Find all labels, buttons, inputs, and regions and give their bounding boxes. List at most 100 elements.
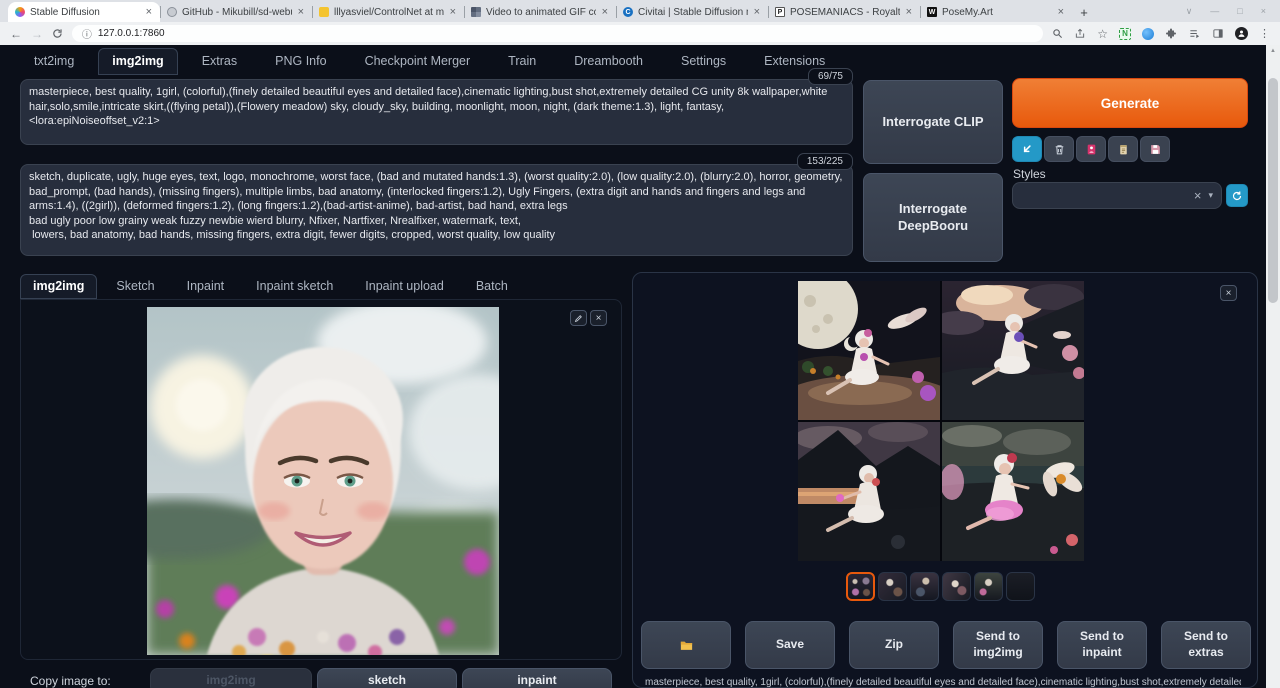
gallery-image-grid[interactable] [798, 281, 1084, 561]
tab-train[interactable]: Train [494, 48, 550, 75]
save-button[interactable]: Save [745, 621, 835, 669]
thumbnail-5[interactable] [974, 572, 1003, 601]
browser-tab-strip: Stable Diffusion × GitHub - Mikubill/sd-… [0, 0, 1280, 22]
zip-button[interactable]: Zip [849, 621, 939, 669]
tab-settings[interactable]: Settings [667, 48, 740, 75]
apply-style-button[interactable] [1108, 136, 1138, 162]
subtab-inpaint[interactable]: Inpaint [174, 274, 238, 299]
side-panel-icon[interactable] [1212, 28, 1224, 39]
subtab-img2img[interactable]: img2img [20, 274, 97, 299]
tab-extras[interactable]: Extras [188, 48, 251, 75]
negative-token-counter: 153/225 [797, 153, 853, 170]
maximize-icon[interactable]: □ [1237, 6, 1242, 16]
open-folder-button[interactable] [641, 621, 731, 669]
thumbnail-3[interactable] [910, 572, 939, 601]
tab-close-icon[interactable]: × [297, 7, 305, 18]
forward-icon[interactable]: → [31, 28, 43, 40]
tab-dreambooth[interactable]: Dreambooth [560, 48, 657, 75]
gallery-close-button[interactable]: × [1220, 285, 1237, 301]
interrogate-clip-button[interactable]: Interrogate CLIP [863, 80, 1003, 164]
tab-close-icon[interactable]: × [449, 7, 457, 18]
clear-prompt-button[interactable] [1044, 136, 1074, 162]
gallery-image-3[interactable] [798, 422, 940, 561]
source-image-panel[interactable]: × [20, 299, 622, 660]
browser-tab-posemaniacs[interactable]: P POSEMANIACS - Royalty free 3 × [768, 2, 920, 22]
back-icon[interactable]: ← [10, 28, 22, 40]
blue-extension-icon[interactable] [1142, 28, 1154, 40]
browser-menu-icon[interactable]: ⋮ [1259, 27, 1270, 40]
subtab-sketch[interactable]: Sketch [103, 274, 167, 299]
new-tab-button[interactable]: + [1072, 2, 1096, 22]
styles-dropdown[interactable]: × ▾ [1012, 182, 1222, 209]
address-bar[interactable]: ⓘ 127.0.0.1:7860 [72, 25, 1043, 42]
gallery-image-4[interactable] [942, 422, 1084, 561]
minimize-icon[interactable]: — [1210, 6, 1219, 16]
prompt-token-counter: 69/75 [808, 68, 853, 85]
subtab-batch[interactable]: Batch [463, 274, 521, 299]
prompt-input[interactable]: masterpiece, best quality, 1girl, (color… [20, 79, 853, 145]
notion-extension-icon[interactable]: N [1119, 28, 1131, 40]
extensions-puzzle-icon[interactable] [1165, 28, 1177, 40]
tab-close-icon[interactable]: × [1057, 7, 1065, 18]
tab-search-icon[interactable]: ∨ [1186, 6, 1193, 17]
share-icon[interactable] [1074, 28, 1086, 39]
send-to-inpaint-button[interactable]: Send to inpaint [1057, 621, 1147, 669]
bookmark-star-icon[interactable]: ☆ [1097, 27, 1108, 41]
site-info-icon[interactable]: ⓘ [82, 26, 92, 41]
subtab-inpaint-upload[interactable]: Inpaint upload [352, 274, 457, 299]
browser-tab-github[interactable]: GitHub - Mikubill/sd-webui-co × [160, 2, 312, 22]
tab-checkpoint-merger[interactable]: Checkpoint Merger [351, 48, 485, 75]
reload-icon[interactable] [52, 28, 63, 39]
thumbnail-2[interactable] [878, 572, 907, 601]
copy-to-sketch-button[interactable]: sketch [317, 668, 457, 688]
tab-close-icon[interactable]: × [753, 7, 761, 18]
scrollbar-up-icon[interactable]: ▲ [1266, 45, 1280, 57]
toolbar-icons: ☆ N ⋮ [1052, 27, 1270, 41]
tab-close-icon[interactable]: × [145, 7, 153, 18]
interrogate-deepbooru-button[interactable]: Interrogate DeepBooru [863, 173, 1003, 262]
browser-tab-stable-diffusion[interactable]: Stable Diffusion × [8, 2, 160, 22]
copy-to-inpaint-button[interactable]: inpaint [462, 668, 612, 688]
folder-icon [678, 638, 695, 653]
browser-tab-posemyart[interactable]: W PoseMy.Art × [920, 2, 1072, 22]
clear-styles-icon[interactable]: × [1194, 188, 1202, 203]
tab-close-icon[interactable]: × [601, 7, 609, 18]
thumbnail-6[interactable] [1006, 572, 1035, 601]
browser-tab-civitai[interactable]: C Civitai | Stable Diffusion model × [616, 2, 768, 22]
paste-generation-params-button[interactable] [1012, 136, 1042, 162]
refresh-styles-button[interactable] [1226, 184, 1248, 207]
zoom-icon[interactable] [1052, 28, 1063, 39]
thumbnail-4[interactable] [942, 572, 971, 601]
tab-title: POSEMANIACS - Royalty free 3 [790, 7, 900, 18]
thumbnail-1[interactable] [846, 572, 875, 601]
person-icon [1237, 29, 1246, 38]
remove-image-button[interactable]: × [590, 310, 607, 326]
gallery-image-2[interactable] [942, 281, 1084, 420]
tab-close-icon[interactable]: × [905, 7, 913, 18]
browser-tab-controlnet[interactable]: lllyasviel/ControlNet at main × [312, 2, 464, 22]
posemyart-favicon: W [927, 7, 937, 17]
subtab-inpaint-sketch[interactable]: Inpaint sketch [243, 274, 346, 299]
negative-prompt-input[interactable]: sketch, duplicate, ugly, huge eyes, text… [20, 164, 853, 256]
browser-tab-gif-converter[interactable]: Video to animated GIF converter × [464, 2, 616, 22]
send-to-img2img-button[interactable]: Send to img2img [953, 621, 1043, 669]
tab-txt2img[interactable]: txt2img [20, 48, 88, 75]
prompt-tool-buttons [1012, 136, 1170, 162]
gallery-image-1[interactable] [798, 281, 940, 420]
tab-title: Stable Diffusion [30, 7, 140, 18]
save-style-button[interactable] [1140, 136, 1170, 162]
tab-title: PoseMy.Art [942, 7, 1052, 18]
tab-png-info[interactable]: PNG Info [261, 48, 340, 75]
close-icon: × [1226, 288, 1232, 299]
page-scrollbar[interactable]: ▲ [1266, 45, 1280, 688]
profile-avatar[interactable] [1235, 27, 1248, 40]
extra-networks-button[interactable] [1076, 136, 1106, 162]
tab-img2img[interactable]: img2img [98, 48, 177, 75]
edit-image-button[interactable] [570, 310, 587, 326]
send-to-extras-button[interactable]: Send to extras [1161, 621, 1251, 669]
scrollbar-thumb[interactable] [1268, 78, 1278, 303]
reading-list-icon[interactable] [1188, 28, 1201, 39]
generate-button[interactable]: Generate [1012, 78, 1248, 128]
window-close-icon[interactable]: × [1261, 6, 1266, 16]
dropdown-arrow-icon[interactable]: ▾ [1208, 190, 1213, 201]
